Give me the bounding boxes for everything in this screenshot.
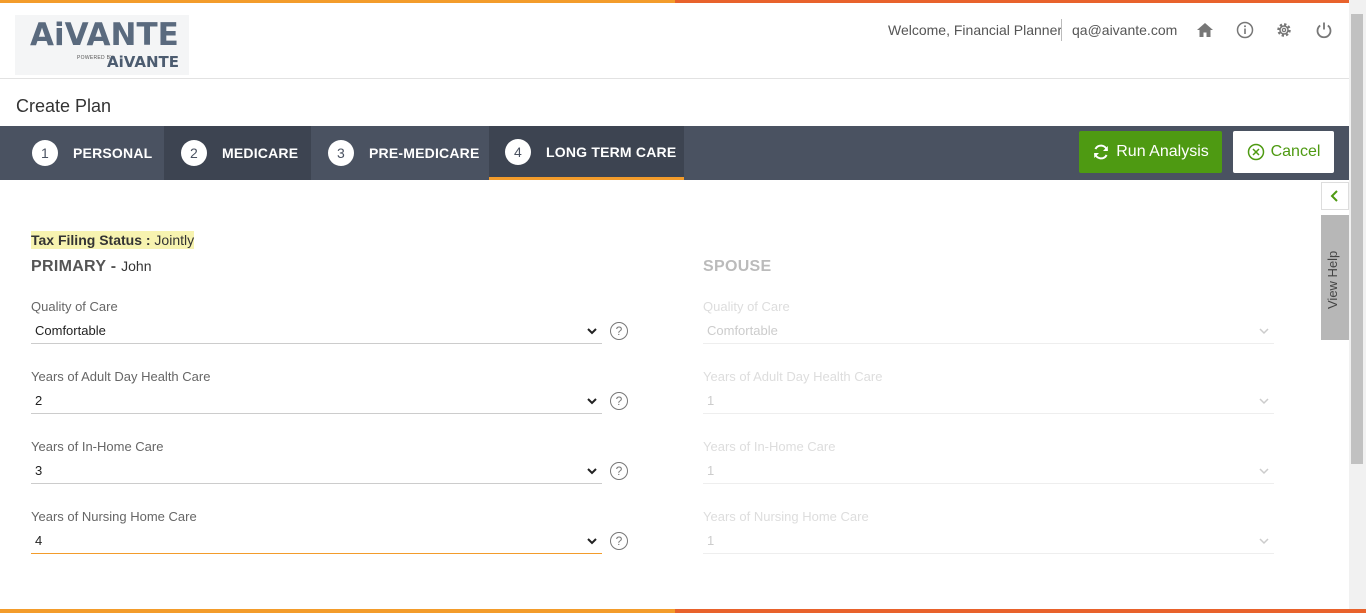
user-email: qa@aivante.com <box>1072 22 1178 38</box>
step-pre-medicare[interactable]: 3 PRE-MEDICARE <box>311 126 489 180</box>
power-icon[interactable] <box>1314 20 1334 40</box>
chevron-down-icon <box>587 328 597 335</box>
step-label: LONG TERM CARE <box>546 143 677 160</box>
chevron-down-icon <box>1259 398 1269 405</box>
logo-wordmark: AiVANTE <box>30 17 179 53</box>
chevron-down-icon <box>587 398 597 405</box>
primary-in-home-care-select[interactable]: 3 <box>31 458 602 484</box>
run-analysis-label: Run Analysis <box>1116 143 1209 160</box>
select-value: Comfortable <box>707 323 778 338</box>
spouse-in-home-care-label: Years of In-Home Care <box>703 439 836 454</box>
chevron-down-icon <box>587 468 597 475</box>
select-value: 3 <box>35 463 43 478</box>
chevron-down-icon <box>1259 328 1269 335</box>
view-help-tab[interactable]: View Help <box>1321 215 1349 340</box>
chevron-down-icon <box>587 538 597 545</box>
collapse-panel-button[interactable] <box>1321 182 1349 210</box>
spouse-nursing-home-care-select: 1 <box>703 528 1274 554</box>
select-value: 1 <box>707 393 715 408</box>
adult-day-care-label: Years of Adult Day Health Care <box>31 369 211 384</box>
step-number: 4 <box>505 138 531 165</box>
view-help-label: View Help <box>1325 250 1340 309</box>
close-circle-icon <box>1247 143 1264 161</box>
info-icon[interactable] <box>1235 20 1255 40</box>
spouse-quality-of-care-select: Comfortable <box>703 318 1274 344</box>
step-number: 2 <box>181 140 207 166</box>
tax-filing-label: Tax Filing Status : <box>31 232 151 248</box>
select-value: 2 <box>35 393 43 408</box>
spouse-heading: SPOUSE <box>703 258 772 275</box>
primary-nursing-home-care-select[interactable]: 4 <box>31 528 602 554</box>
refresh-icon <box>1094 144 1109 160</box>
cancel-button[interactable]: Cancel <box>1233 131 1334 173</box>
step-personal[interactable]: 1 PERSONAL <box>0 126 164 180</box>
step-number: 3 <box>328 140 354 166</box>
chevron-down-icon <box>1259 468 1269 475</box>
welcome-text: Welcome, Financial Planner <box>888 22 1063 38</box>
page-title: Create Plan <box>16 96 112 116</box>
primary-name: John <box>121 258 152 274</box>
spouse-in-home-care-select: 1 <box>703 458 1274 484</box>
app-header: AiVANTE POWERED BY AiVANTE Welcome, Fina… <box>0 3 1349 79</box>
step-number: 1 <box>32 140 58 166</box>
spouse-adult-day-care-label: Years of Adult Day Health Care <box>703 369 883 384</box>
help-icon[interactable]: ? <box>610 322 628 340</box>
quality-of-care-label: Quality of Care <box>31 299 118 314</box>
help-icon[interactable]: ? <box>610 532 628 550</box>
aivante-logo[interactable]: AiVANTE POWERED BY AiVANTE <box>15 15 189 75</box>
primary-adult-day-care-select[interactable]: 2 <box>31 388 602 414</box>
bottom-accent-bar <box>0 609 1366 613</box>
scrollbar-thumb[interactable] <box>1351 14 1363 464</box>
spouse-adult-day-care-select: 1 <box>703 388 1274 414</box>
in-home-care-label: Years of In-Home Care <box>31 439 164 454</box>
step-long-term-care[interactable]: 4 LONG TERM CARE <box>489 126 684 180</box>
primary-quality-of-care-select[interactable]: Comfortable <box>31 318 602 344</box>
primary-heading-label: PRIMARY - <box>31 258 117 275</box>
step-label: PERSONAL <box>73 145 153 161</box>
select-value: 1 <box>707 533 715 548</box>
spouse-quality-of-care-label: Quality of Care <box>703 299 790 314</box>
step-label: MEDICARE <box>222 145 299 161</box>
header-divider <box>1061 19 1062 41</box>
chevron-left-icon <box>1330 190 1338 202</box>
tax-filing-status: Tax Filing Status : Jointly <box>31 231 195 249</box>
help-icon[interactable]: ? <box>610 462 628 480</box>
page-scrollbar[interactable] <box>1349 0 1366 613</box>
select-value: 1 <box>707 463 715 478</box>
chevron-down-icon <box>1259 538 1269 545</box>
logo-sub-wordmark: AiVANTE <box>107 53 179 71</box>
primary-heading: PRIMARY - John <box>31 258 151 276</box>
tax-filing-value: Jointly <box>154 232 195 248</box>
run-analysis-button[interactable]: Run Analysis <box>1079 131 1222 173</box>
step-medicare[interactable]: 2 MEDICARE <box>164 126 311 180</box>
spouse-nursing-home-care-label: Years of Nursing Home Care <box>703 509 869 524</box>
gear-icon[interactable] <box>1274 20 1294 40</box>
nursing-home-care-label: Years of Nursing Home Care <box>31 509 197 524</box>
help-icon[interactable]: ? <box>610 392 628 410</box>
select-value: 4 <box>35 533 43 548</box>
select-value: Comfortable <box>35 323 106 338</box>
step-label: PRE-MEDICARE <box>369 145 480 161</box>
cancel-label: Cancel <box>1270 143 1321 160</box>
home-icon[interactable] <box>1195 20 1215 40</box>
